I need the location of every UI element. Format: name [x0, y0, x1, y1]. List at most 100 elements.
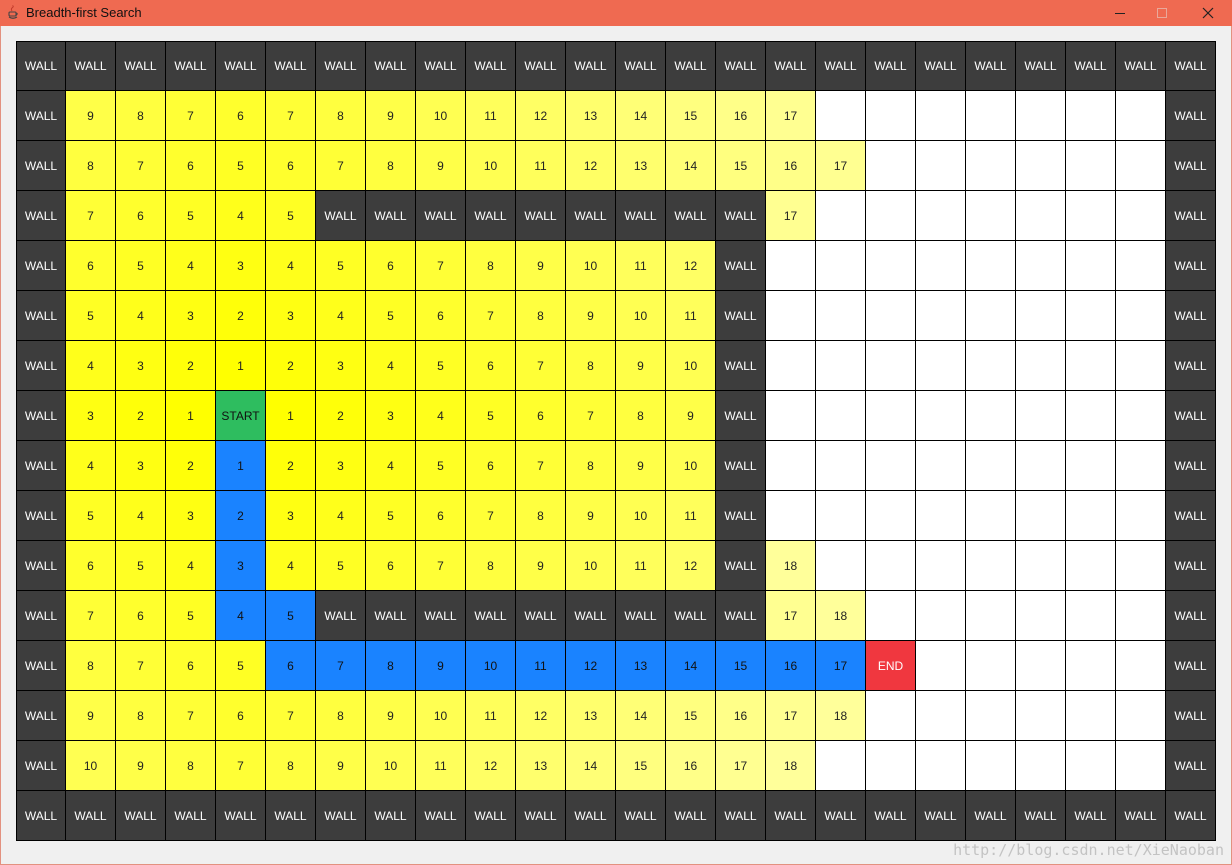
visited-cell[interactable]: 14 — [616, 91, 666, 141]
empty-cell[interactable] — [1116, 741, 1166, 791]
visited-cell[interactable]: 15 — [616, 741, 666, 791]
empty-cell[interactable] — [916, 391, 966, 441]
empty-cell[interactable] — [766, 291, 816, 341]
empty-cell[interactable] — [1066, 641, 1116, 691]
empty-cell[interactable] — [916, 241, 966, 291]
visited-cell[interactable]: 3 — [316, 341, 366, 391]
empty-cell[interactable] — [916, 691, 966, 741]
visited-cell[interactable]: 7 — [416, 241, 466, 291]
visited-cell[interactable]: 8 — [166, 741, 216, 791]
empty-cell[interactable] — [866, 741, 916, 791]
visited-cell[interactable]: 10 — [566, 541, 616, 591]
wall-cell[interactable]: WALL — [16, 241, 66, 291]
empty-cell[interactable] — [1016, 291, 1066, 341]
close-button[interactable] — [1186, 0, 1230, 26]
visited-cell[interactable]: 9 — [566, 491, 616, 541]
wall-cell[interactable]: WALL — [416, 791, 466, 841]
empty-cell[interactable] — [1116, 591, 1166, 641]
empty-cell[interactable] — [966, 141, 1016, 191]
visited-cell[interactable]: 1 — [266, 391, 316, 441]
empty-cell[interactable] — [1116, 91, 1166, 141]
empty-cell[interactable] — [816, 541, 866, 591]
visited-cell[interactable]: 17 — [816, 141, 866, 191]
visited-cell[interactable]: 7 — [416, 541, 466, 591]
visited-cell[interactable]: 4 — [166, 241, 216, 291]
visited-cell[interactable]: 11 — [666, 291, 716, 341]
visited-cell[interactable]: 12 — [666, 541, 716, 591]
wall-cell[interactable]: WALL — [466, 791, 516, 841]
visited-cell[interactable]: 6 — [416, 291, 466, 341]
empty-cell[interactable] — [816, 391, 866, 441]
empty-cell[interactable] — [916, 441, 966, 491]
visited-cell[interactable]: 6 — [266, 141, 316, 191]
wall-cell[interactable]: WALL — [16, 341, 66, 391]
visited-cell[interactable]: 4 — [316, 491, 366, 541]
visited-cell[interactable]: 2 — [266, 341, 316, 391]
wall-cell[interactable]: WALL — [716, 591, 766, 641]
empty-cell[interactable] — [966, 591, 1016, 641]
empty-cell[interactable] — [966, 391, 1016, 441]
empty-cell[interactable] — [1016, 341, 1066, 391]
wall-cell[interactable]: WALL — [966, 791, 1016, 841]
visited-cell[interactable]: 11 — [416, 741, 466, 791]
empty-cell[interactable] — [816, 491, 866, 541]
path-cell[interactable]: 8 — [366, 641, 416, 691]
visited-cell[interactable]: 4 — [66, 441, 116, 491]
wall-cell[interactable]: WALL — [16, 291, 66, 341]
visited-cell[interactable]: 1 — [166, 391, 216, 441]
visited-cell[interactable]: 7 — [316, 141, 366, 191]
path-cell[interactable]: 2 — [216, 491, 266, 541]
empty-cell[interactable] — [766, 341, 816, 391]
wall-cell[interactable]: WALL — [216, 791, 266, 841]
wall-cell[interactable]: WALL — [516, 41, 566, 91]
visited-cell[interactable]: 8 — [616, 391, 666, 441]
visited-cell[interactable]: 6 — [166, 641, 216, 691]
visited-cell[interactable]: 7 — [266, 691, 316, 741]
path-cell[interactable]: 10 — [466, 641, 516, 691]
visited-cell[interactable]: 11 — [616, 541, 666, 591]
wall-cell[interactable]: WALL — [1116, 791, 1166, 841]
visited-cell[interactable]: 14 — [666, 141, 716, 191]
wall-cell[interactable]: WALL — [366, 191, 416, 241]
visited-cell[interactable]: 6 — [416, 491, 466, 541]
visited-cell[interactable]: 15 — [666, 691, 716, 741]
visited-cell[interactable]: 11 — [466, 91, 516, 141]
visited-cell[interactable]: 2 — [266, 441, 316, 491]
wall-cell[interactable]: WALL — [416, 191, 466, 241]
empty-cell[interactable] — [1066, 391, 1116, 441]
wall-cell[interactable]: WALL — [1066, 791, 1116, 841]
visited-cell[interactable]: 6 — [466, 341, 516, 391]
visited-cell[interactable]: 7 — [66, 191, 116, 241]
wall-cell[interactable]: WALL — [366, 41, 416, 91]
empty-cell[interactable] — [916, 141, 966, 191]
empty-cell[interactable] — [766, 241, 816, 291]
empty-cell[interactable] — [816, 291, 866, 341]
wall-cell[interactable]: WALL — [1166, 491, 1216, 541]
wall-cell[interactable]: WALL — [1166, 291, 1216, 341]
empty-cell[interactable] — [866, 91, 916, 141]
wall-cell[interactable]: WALL — [1166, 191, 1216, 241]
visited-cell[interactable]: 4 — [266, 241, 316, 291]
visited-cell[interactable]: 9 — [366, 91, 416, 141]
empty-cell[interactable] — [966, 191, 1016, 241]
visited-cell[interactable]: 5 — [116, 541, 166, 591]
empty-cell[interactable] — [966, 491, 1016, 541]
empty-cell[interactable] — [866, 291, 916, 341]
visited-cell[interactable]: 16 — [716, 91, 766, 141]
empty-cell[interactable] — [916, 741, 966, 791]
wall-cell[interactable]: WALL — [1166, 441, 1216, 491]
wall-cell[interactable]: WALL — [16, 641, 66, 691]
wall-cell[interactable]: WALL — [466, 191, 516, 241]
wall-cell[interactable]: WALL — [366, 591, 416, 641]
visited-cell[interactable]: 12 — [516, 91, 566, 141]
wall-cell[interactable]: WALL — [616, 41, 666, 91]
empty-cell[interactable] — [1116, 541, 1166, 591]
path-cell[interactable]: 6 — [266, 641, 316, 691]
empty-cell[interactable] — [916, 91, 966, 141]
wall-cell[interactable]: WALL — [466, 591, 516, 641]
visited-cell[interactable]: 5 — [216, 641, 266, 691]
visited-cell[interactable]: 4 — [366, 341, 416, 391]
visited-cell[interactable]: 7 — [516, 341, 566, 391]
wall-cell[interactable]: WALL — [16, 691, 66, 741]
wall-cell[interactable]: WALL — [16, 441, 66, 491]
